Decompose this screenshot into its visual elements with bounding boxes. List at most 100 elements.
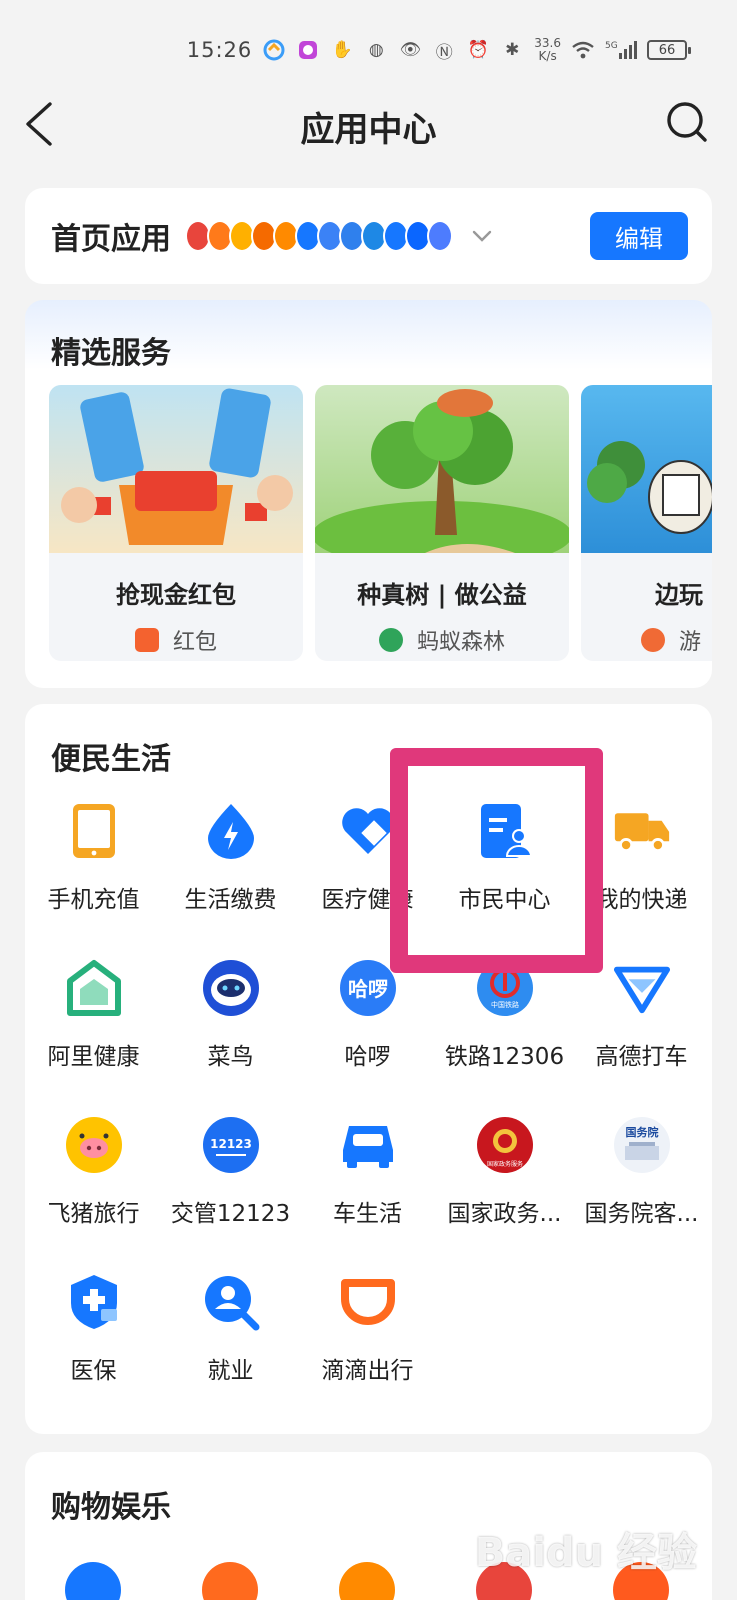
- status-time: 15:26: [186, 38, 253, 62]
- home-app-mini-icon: [427, 220, 453, 252]
- nfc-icon: ◍: [368, 40, 384, 60]
- featured-card-red-packet[interactable]: 抢现金红包 红包: [49, 385, 303, 661]
- edit-button[interactable]: 编辑: [590, 212, 688, 260]
- featured-card-ant-forest[interactable]: 种真树 | 做公益 蚂蚁森林: [315, 385, 569, 661]
- featured-card-title: 抢现金红包: [116, 581, 236, 609]
- shopping-title: 购物娱乐: [51, 1490, 171, 1525]
- car-icon: [339, 1116, 397, 1174]
- watermark: Baidu 经验: [474, 1530, 697, 1576]
- grid-item-label: 铁路12306: [444, 1044, 565, 1070]
- truck-icon: [613, 802, 671, 860]
- home-apps-strip: [185, 220, 453, 252]
- state-council-icon: 国务院: [613, 1116, 671, 1174]
- featured-card-source: 游: [581, 624, 712, 656]
- svg-text:中国铁路: 中国铁路: [491, 1000, 519, 1009]
- grid-item-hellobike[interactable]: 哈啰 哈啰: [299, 959, 436, 1071]
- grid-item-gov-service[interactable]: 国家政务服务 国家政务...: [436, 1116, 573, 1228]
- grid-item-label: 手机充值: [47, 887, 140, 913]
- grid-item-label: 交管12123: [170, 1201, 291, 1227]
- grid-item-ali-health[interactable]: 阿里健康: [25, 959, 162, 1071]
- gov-service-icon: 国家政务服务: [476, 1116, 534, 1174]
- grid-item-mobile-topup[interactable]: 手机充值: [25, 802, 162, 914]
- grid-item-label: 车生活: [333, 1201, 402, 1227]
- grid-item-label: 菜鸟: [207, 1044, 254, 1070]
- shopping-app-icon[interactable]: [65, 1562, 121, 1600]
- wifi-icon: [571, 38, 595, 62]
- grid-item-utilities[interactable]: 生活缴费: [162, 802, 299, 914]
- grid-item-label: 高德打车: [595, 1044, 688, 1070]
- featured-card-source: 红包: [49, 624, 303, 656]
- svg-text:国务院: 国务院: [625, 1125, 658, 1139]
- featured-card-source-label: 红包: [172, 630, 217, 655]
- grid-item-medical-insurance[interactable]: 医保: [25, 1273, 162, 1385]
- heart-icon: [339, 802, 397, 860]
- svg-text:哈啰: 哈啰: [348, 977, 388, 1001]
- home-apps-label: 首页应用: [51, 222, 171, 257]
- grid-item-label: 国务院客...: [584, 1201, 699, 1227]
- medical-insurance-icon: [65, 1273, 123, 1331]
- bluetooth-icon: ✱: [505, 40, 520, 60]
- signal-icon: 5G: [605, 38, 637, 62]
- featured-card-title: 种真树 | 做公益: [357, 581, 527, 609]
- grid-item-cainiao[interactable]: 菜鸟: [162, 959, 299, 1071]
- featured-card-source: 蚂蚁森林: [315, 624, 569, 656]
- grid-item-amap-taxi[interactable]: 高德打车: [573, 959, 710, 1071]
- net-speed: 33.6 K/s: [534, 36, 561, 63]
- app-header: 应用中心: [0, 88, 737, 158]
- featured-card-source-label: 游: [679, 630, 702, 655]
- status-bar: 15:26 ✋ ◍ 👁 Ⓝ ⏰ ✱ 33.6 K/s 5G 66: [0, 30, 737, 70]
- fliggy-icon: [65, 1116, 123, 1174]
- grid-item-car-life[interactable]: 车生活: [299, 1116, 436, 1228]
- svg-text:5G: 5G: [605, 41, 618, 51]
- hand-icon: ✋: [331, 40, 353, 60]
- featured-services-card: 精选服务 抢现金红包 红包 种真树 | 做公益 蚂蚁森林 边玩 游: [25, 300, 712, 688]
- svg-text:国家政务服务: 国家政务服务: [486, 1160, 522, 1168]
- app-notification-icon: [296, 38, 320, 62]
- grid-item-didi[interactable]: 滴滴出行: [299, 1273, 436, 1385]
- search-button[interactable]: [665, 100, 709, 144]
- grid-item-employment[interactable]: 就业: [162, 1273, 299, 1385]
- featured-card-title: 边玩: [655, 581, 703, 609]
- eye-icon: 👁: [399, 40, 422, 60]
- ant-forest-banner-image: [315, 385, 569, 553]
- grid-item-label: 哈啰: [344, 1044, 391, 1070]
- n-icon: Ⓝ: [435, 42, 453, 63]
- game-icon: [641, 628, 665, 652]
- notification-icon: [262, 38, 286, 62]
- search-icon: [667, 102, 707, 142]
- shopping-app-icon[interactable]: [202, 1562, 258, 1600]
- lightning-icon: [202, 802, 260, 860]
- battery-indicator: 66: [647, 40, 691, 60]
- grid-item-fliggy[interactable]: 飞猪旅行: [25, 1116, 162, 1228]
- life-services-title: 便民生活: [51, 742, 171, 777]
- featured-card-game[interactable]: 边玩 游: [581, 385, 712, 661]
- grid-item-traffic-12123[interactable]: 12123 交管12123: [162, 1116, 299, 1228]
- didi-icon: [339, 1273, 397, 1331]
- red-packet-icon: [134, 628, 159, 652]
- game-banner-image: [581, 385, 712, 553]
- shopping-app-icon[interactable]: [339, 1562, 395, 1600]
- grid-item-label: 滴滴出行: [321, 1358, 414, 1384]
- featured-card-source-label: 蚂蚁森林: [416, 630, 505, 655]
- life-services-card: 便民生活 手机充值 生活缴费 医疗健康 市民中心 我的快递 阿里健康 菜鸟 哈啰…: [25, 704, 712, 1434]
- chevron-down-icon[interactable]: [471, 225, 493, 247]
- grid-item-railway[interactable]: 中国铁路 铁路12306: [436, 959, 573, 1071]
- grid-item-label: 就业: [207, 1358, 254, 1384]
- grid-item-label: 医保: [70, 1358, 117, 1384]
- cainiao-icon: [202, 959, 260, 1017]
- hellobike-icon: 哈啰: [339, 959, 397, 1017]
- svg-text:12123: 12123: [210, 1137, 252, 1151]
- ali-health-icon: [65, 959, 123, 1017]
- grid-item-label: 国家政务...: [447, 1201, 562, 1227]
- grid-item-label: 生活缴费: [184, 887, 277, 913]
- red-packet-banner-image: [49, 385, 303, 553]
- job-search-icon: [202, 1273, 260, 1331]
- highlight-box: [390, 748, 603, 973]
- home-apps-card[interactable]: 首页应用 编辑: [25, 188, 712, 284]
- alarm-icon: ⏰: [467, 40, 489, 60]
- grid-item-state-council[interactable]: 国务院 国务院客...: [573, 1116, 710, 1228]
- grid-item-label: 阿里健康: [47, 1044, 140, 1070]
- page-title: 应用中心: [300, 110, 437, 150]
- ant-forest-icon: [378, 628, 403, 652]
- grid-item-label: 飞猪旅行: [47, 1201, 140, 1227]
